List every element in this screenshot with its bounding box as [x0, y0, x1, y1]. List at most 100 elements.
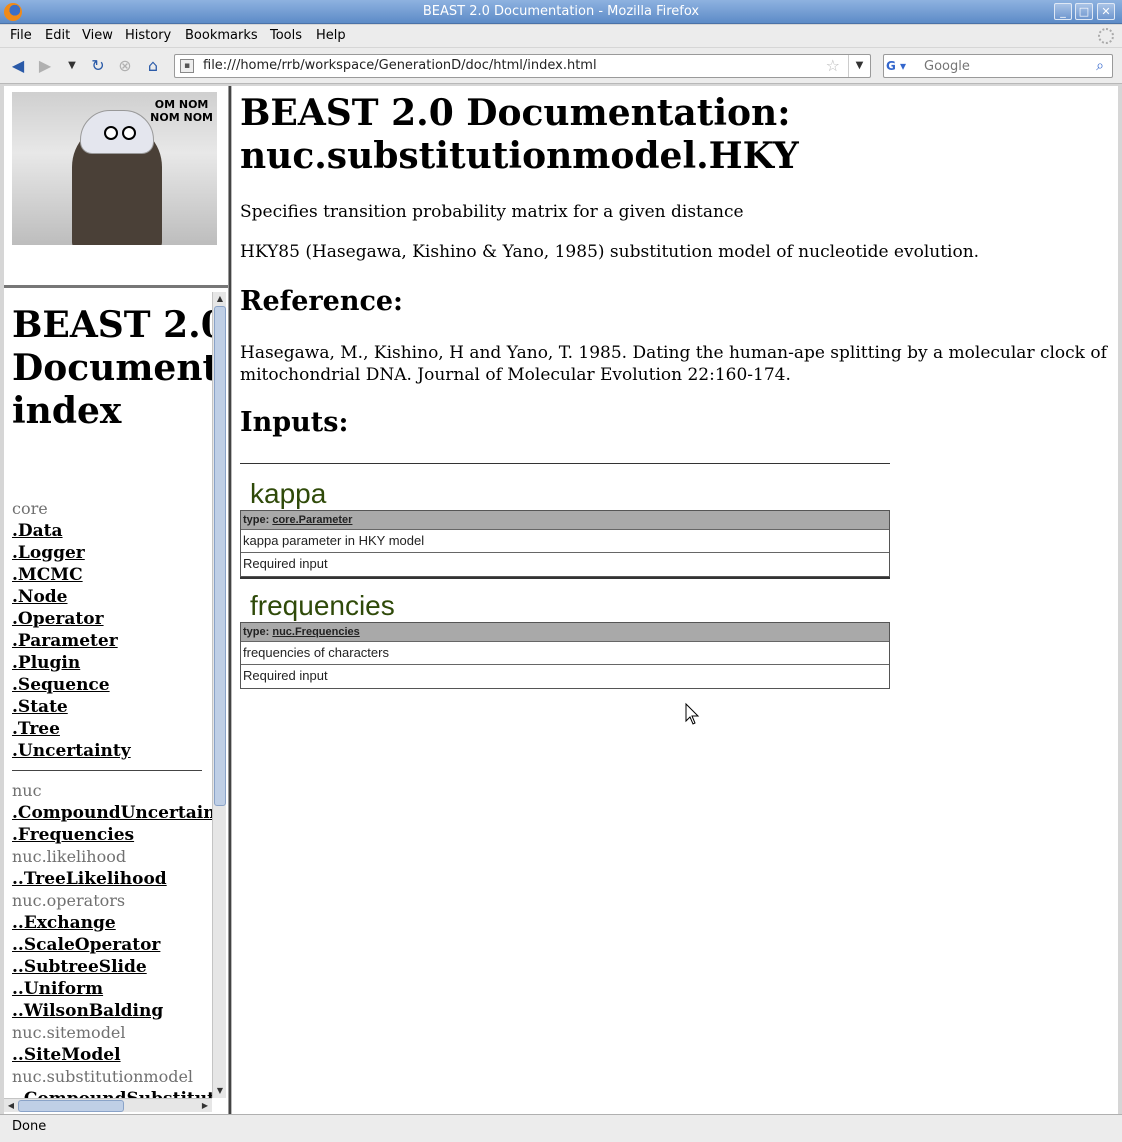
bookmark-star-icon[interactable]: ☆	[826, 56, 840, 75]
index-package-label: nuc.likelihood	[12, 847, 127, 866]
menu-bar: File Edit View History Bookmarks Tools H…	[0, 25, 1122, 47]
page-title: BEAST 2.0 Documentation: nuc.substitutio…	[240, 92, 1100, 178]
index-divider	[12, 770, 202, 771]
minimize-button[interactable]: _	[1054, 3, 1072, 20]
inputs-heading: Inputs:	[240, 407, 349, 438]
logo-caption: OM NOM NOM NOM	[150, 98, 213, 124]
index-link[interactable]: ..CompoundSubstitutionModel	[12, 1088, 212, 1098]
index-link[interactable]: ..WilsonBalding	[12, 1000, 212, 1022]
maximize-button[interactable]: □	[1075, 3, 1093, 20]
index-package-label: nuc.sitemodel	[12, 1023, 126, 1042]
reload-button[interactable]: ↻	[87, 56, 109, 76]
eye-shape	[104, 126, 118, 140]
input-type-link[interactable]: core.Parameter	[272, 514, 352, 526]
index-link[interactable]: ..Exchange	[12, 912, 212, 934]
input-type-row: type: core.Parameter	[241, 511, 889, 530]
site-identity-icon[interactable]: ▪	[180, 59, 194, 73]
search-go-icon[interactable]: ⌕	[1091, 57, 1109, 75]
page-title-line1: BEAST 2.0 Documentation:	[240, 92, 791, 134]
input-name: kappa	[250, 478, 327, 509]
input-block-kappa: kappa type: core.Parameter kappa paramet…	[240, 478, 890, 579]
beast-logo-image: OM NOM NOM NOM	[12, 92, 217, 245]
index-link[interactable]: ..ScaleOperator	[12, 934, 212, 956]
scrollbar-thumb[interactable]	[214, 306, 226, 806]
index-link[interactable]: ..SiteModel	[12, 1044, 212, 1066]
index-horizontal-scrollbar[interactable]: ◀ ▶	[4, 1098, 212, 1112]
index-link[interactable]: ..SubtreeSlide	[12, 956, 212, 978]
page-title-line2: nuc.substitutionmodel.HKY	[240, 135, 799, 177]
status-text: Done	[12, 1119, 47, 1134]
index-link[interactable]: .State	[12, 696, 212, 718]
input-separator	[240, 577, 890, 579]
scroll-left-icon[interactable]: ◀	[5, 1100, 17, 1112]
index-package-label: nuc.operators	[12, 891, 126, 910]
scroll-down-icon[interactable]: ▼	[214, 1085, 226, 1097]
stop-button[interactable]: ⊗	[114, 56, 136, 76]
index-link[interactable]: .Sequence	[12, 674, 212, 696]
doc-frame: BEAST 2.0 Documentation: nuc.substitutio…	[232, 86, 1118, 1114]
forward-button[interactable]: ▶	[34, 56, 56, 76]
search-input[interactable]	[924, 57, 1084, 75]
menu-file[interactable]: File	[10, 28, 32, 43]
index-frame: BEAST 2.0 Documentation index core .Data.…	[4, 292, 212, 1098]
menu-help[interactable]: Help	[316, 28, 346, 43]
url-dropdown-button[interactable]: ▼	[848, 55, 870, 77]
index-link[interactable]: .Logger	[12, 542, 212, 564]
close-button[interactable]: ✕	[1097, 3, 1115, 20]
index-link[interactable]: .Parameter	[12, 630, 212, 652]
scroll-up-icon[interactable]: ▲	[214, 293, 226, 305]
navigation-toolbar: ◀ ▶ ▼ ↻ ⊗ ⌂ ▪ file:///home/rrb/workspace…	[0, 48, 1122, 84]
home-button[interactable]: ⌂	[142, 56, 164, 76]
input-type-link[interactable]: nuc.Frequencies	[272, 626, 359, 638]
index-list: core .Data .Logger .MCMC .Node .Operator .Para…	[12, 498, 212, 1098]
index-link[interactable]: .CompoundUncertainty	[12, 802, 212, 824]
loading-throbber-icon	[1098, 28, 1114, 44]
input-requirement: Required input	[243, 668, 328, 683]
input-type-row: type: nuc.Frequencies	[241, 623, 889, 642]
index-link[interactable]: ..Uniform	[12, 978, 212, 1000]
input-description: kappa parameter in HKY model	[241, 530, 889, 553]
back-button[interactable]: ◀	[7, 56, 29, 76]
index-link[interactable]: .Tree	[12, 718, 212, 740]
mouse-cursor-icon	[685, 702, 700, 725]
index-package-label: nuc	[12, 781, 42, 800]
scroll-right-icon[interactable]: ▶	[199, 1100, 211, 1112]
scrollbar-thumb[interactable]	[18, 1100, 124, 1112]
index-link[interactable]: .Operator	[12, 608, 212, 630]
index-package-label: core	[12, 499, 48, 518]
window-titlebar: BEAST 2.0 Documentation - Mozilla Firefo…	[0, 0, 1122, 24]
index-package-label: nuc.substitutionmodel	[12, 1067, 194, 1086]
index-link[interactable]: .Uncertainty	[12, 740, 212, 762]
status-bar: Done	[0, 1114, 1122, 1142]
input-block-frequencies: frequencies type: nuc.Frequencies freque…	[240, 590, 890, 689]
long-description: HKY85 (Hasegawa, Kishino & Yano, 1985) s…	[240, 242, 980, 262]
logo-caption-line2: NOM NOM	[150, 111, 213, 124]
url-text[interactable]: file:///home/rrb/workspace/GenerationD/d…	[203, 58, 597, 73]
input-name: frequencies	[250, 590, 395, 621]
google-icon: G	[886, 59, 896, 73]
input-table: type: core.Parameter kappa parameter in …	[240, 510, 890, 577]
index-link[interactable]: .Node	[12, 586, 212, 608]
logo-frame: OM NOM NOM NOM	[4, 86, 228, 288]
reference-heading: Reference:	[240, 286, 404, 317]
index-link[interactable]: .Plugin	[12, 652, 212, 674]
index-link[interactable]: ..TreeLikelihood	[12, 868, 212, 890]
search-engine-button[interactable]: G ▾	[886, 57, 920, 75]
input-type-label: type:	[243, 514, 270, 526]
menu-bookmarks[interactable]: Bookmarks	[185, 28, 258, 43]
inputs-divider	[240, 463, 890, 464]
input-description: frequencies of characters	[241, 642, 889, 665]
index-vertical-scrollbar[interactable]: ▲ ▼	[212, 292, 226, 1098]
menu-view[interactable]: View	[82, 28, 113, 43]
index-link[interactable]: .MCMC	[12, 564, 212, 586]
history-dropdown-button[interactable]: ▼	[61, 56, 83, 76]
input-type-label: type:	[243, 626, 270, 638]
menu-tools[interactable]: Tools	[270, 28, 302, 43]
index-link[interactable]: .Frequencies	[12, 824, 212, 846]
search-bar[interactable]: G ▾ ⌕	[883, 54, 1113, 78]
menu-edit[interactable]: Edit	[45, 28, 70, 43]
menu-history[interactable]: History	[125, 28, 171, 43]
url-bar[interactable]: ▪ file:///home/rrb/workspace/GenerationD…	[174, 54, 871, 78]
index-link[interactable]: .Data	[12, 520, 212, 542]
input-requirement: Required input	[243, 556, 328, 571]
